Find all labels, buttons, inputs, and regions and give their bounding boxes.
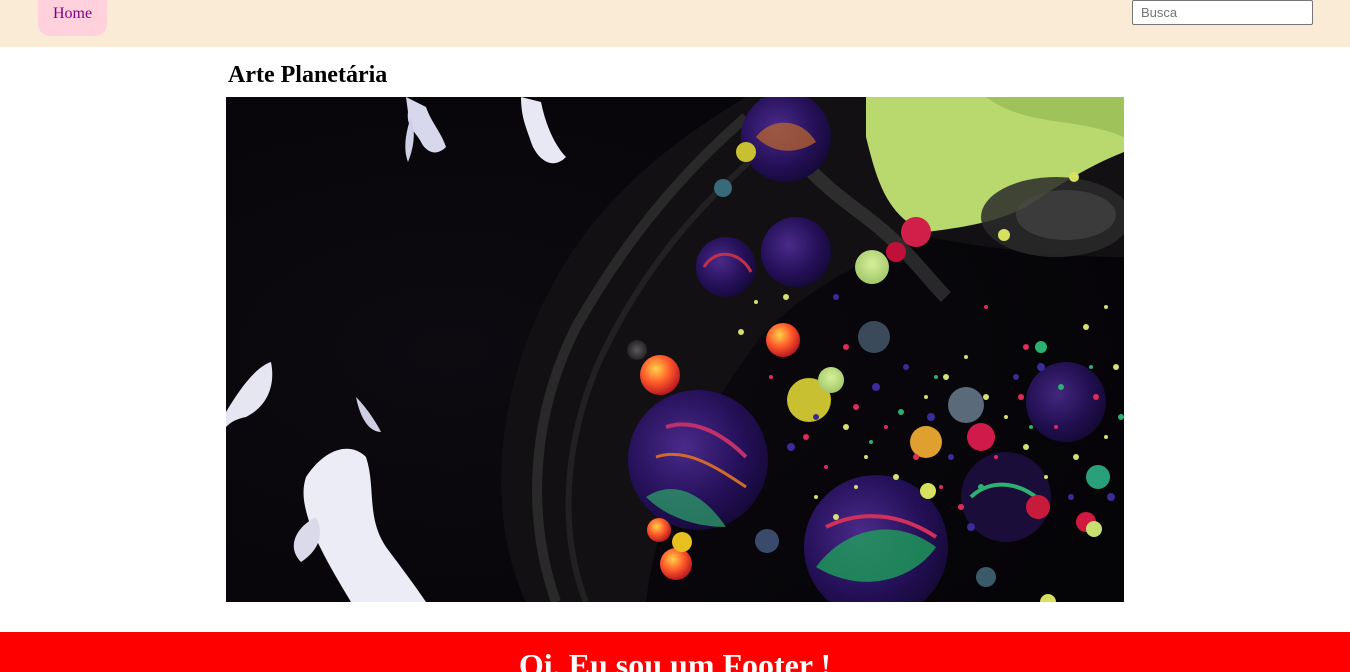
footer-text: Oi, Eu sou um Footer !	[518, 647, 832, 672]
top-navigation-bar: Home	[0, 0, 1350, 47]
search-input[interactable]	[1132, 0, 1313, 25]
home-link[interactable]: Home	[38, 0, 107, 36]
planetary-art-image	[226, 97, 1124, 602]
page-title: Arte Planetária	[228, 62, 388, 88]
footer: Oi, Eu sou um Footer !	[0, 632, 1350, 672]
